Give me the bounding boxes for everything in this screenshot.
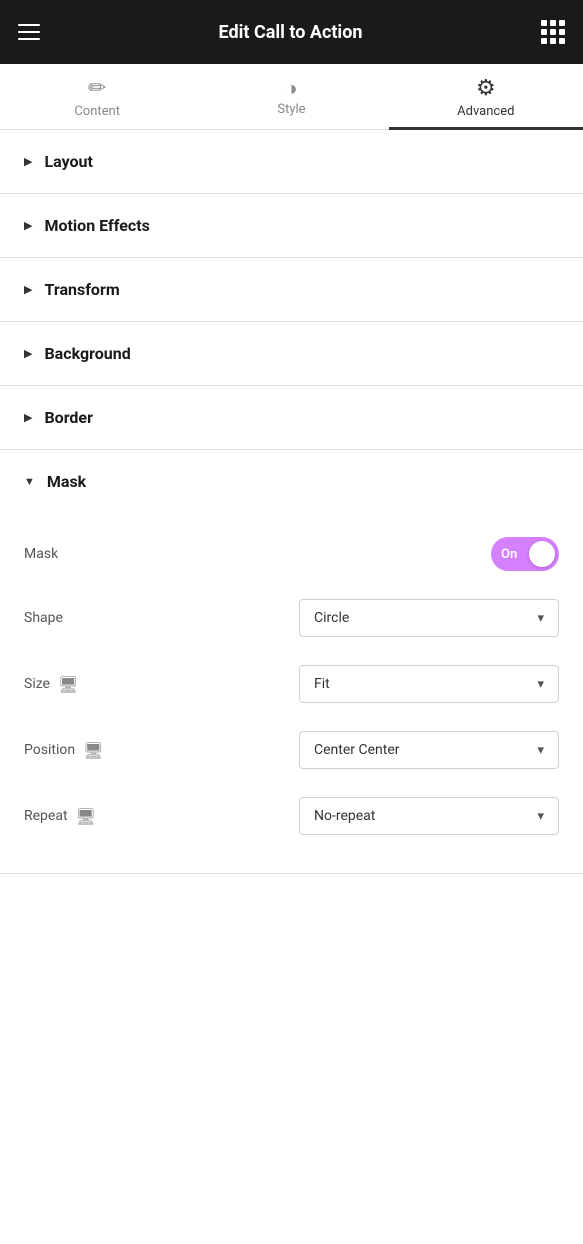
mask-shape-label: Shape: [24, 610, 63, 626]
mask-shape-value: Circle: [314, 610, 349, 626]
section-border: ▶ Border: [0, 386, 583, 450]
mask-toggle-label: Mask: [24, 546, 58, 562]
repeat-monitor-icon: 🖥: [76, 807, 96, 826]
tab-style[interactable]: ◑ Style: [194, 64, 388, 129]
mask-size-label: Size: [24, 676, 50, 692]
mask-position-value: Center Center: [314, 742, 400, 758]
background-arrow-icon: ▶: [24, 347, 32, 360]
mask-position-label-group: Position 🖥: [24, 741, 103, 760]
mask-repeat-label-group: Repeat 🖥: [24, 807, 96, 826]
transform-arrow-icon: ▶: [24, 283, 32, 296]
mask-repeat-value: No-repeat: [314, 808, 375, 824]
hamburger-icon[interactable]: [18, 24, 40, 40]
grid-icon[interactable]: [541, 20, 565, 44]
tab-content-label: Content: [74, 104, 120, 119]
shape-chevron-down-icon: ▾: [537, 611, 544, 626]
mask-repeat-dropdown[interactable]: No-repeat ▾: [299, 797, 559, 835]
section-background: ▶ Background: [0, 322, 583, 386]
section-layout-header[interactable]: ▶ Layout: [0, 130, 583, 193]
mask-arrow-icon: ▼: [24, 475, 35, 488]
header-title: Edit Call to Action: [219, 22, 363, 43]
content-area: ▶ Layout ▶ Motion Effects ▶ Transform ▶ …: [0, 130, 583, 874]
mask-title: Mask: [47, 472, 86, 491]
mask-toggle[interactable]: On: [491, 537, 559, 571]
repeat-chevron-down-icon: ▾: [537, 809, 544, 824]
tab-style-label: Style: [277, 102, 305, 117]
mask-content: Mask On Shape Circle ▾: [0, 513, 583, 873]
motion-effects-title: Motion Effects: [44, 216, 149, 235]
mask-position-row: Position 🖥 Center Center ▾: [24, 717, 559, 783]
mask-repeat-row: Repeat 🖥 No-repeat ▾: [24, 783, 559, 849]
toggle-on-label: On: [501, 547, 517, 562]
toggle-thumb: [529, 541, 555, 567]
half-circle-icon: ◑: [285, 78, 297, 98]
border-title: Border: [44, 408, 92, 427]
mask-position-label: Position: [24, 742, 75, 758]
transform-title: Transform: [44, 280, 119, 299]
tab-advanced-label: Advanced: [457, 104, 514, 119]
section-border-header[interactable]: ▶ Border: [0, 386, 583, 449]
position-monitor-icon: 🖥: [83, 741, 103, 760]
size-monitor-icon: 🖥: [58, 675, 78, 694]
section-motion-effects: ▶ Motion Effects: [0, 194, 583, 258]
toggle-track: On: [491, 537, 559, 571]
mask-position-dropdown[interactable]: Center Center ▾: [299, 731, 559, 769]
motion-effects-arrow-icon: ▶: [24, 219, 32, 232]
mask-size-dropdown[interactable]: Fit ▾: [299, 665, 559, 703]
border-arrow-icon: ▶: [24, 411, 32, 424]
position-chevron-down-icon: ▾: [537, 743, 544, 758]
header: Edit Call to Action: [0, 0, 583, 64]
size-chevron-down-icon: ▾: [537, 677, 544, 692]
mask-shape-row: Shape Circle ▾: [24, 585, 559, 651]
mask-toggle-row: Mask On: [24, 523, 559, 585]
section-background-header[interactable]: ▶ Background: [0, 322, 583, 385]
mask-size-value: Fit: [314, 676, 330, 692]
background-title: Background: [44, 344, 130, 363]
section-mask-header[interactable]: ▼ Mask: [0, 450, 583, 513]
pencil-icon: ✏: [88, 78, 106, 100]
gear-icon: ⚙: [476, 78, 496, 100]
section-transform: ▶ Transform: [0, 258, 583, 322]
section-layout: ▶ Layout: [0, 130, 583, 194]
toggle-control[interactable]: On: [491, 537, 559, 571]
mask-size-label-group: Size 🖥: [24, 675, 78, 694]
tabs-bar: ✏ Content ◑ Style ⚙ Advanced: [0, 64, 583, 130]
section-transform-header[interactable]: ▶ Transform: [0, 258, 583, 321]
mask-repeat-label: Repeat: [24, 808, 68, 824]
section-motion-effects-header[interactable]: ▶ Motion Effects: [0, 194, 583, 257]
layout-arrow-icon: ▶: [24, 155, 32, 168]
section-mask: ▼ Mask Mask On Shape: [0, 450, 583, 874]
mask-shape-dropdown[interactable]: Circle ▾: [299, 599, 559, 637]
tab-content[interactable]: ✏ Content: [0, 64, 194, 129]
tab-advanced[interactable]: ⚙ Advanced: [389, 64, 583, 129]
layout-title: Layout: [44, 152, 92, 171]
mask-size-row: Size 🖥 Fit ▾: [24, 651, 559, 717]
